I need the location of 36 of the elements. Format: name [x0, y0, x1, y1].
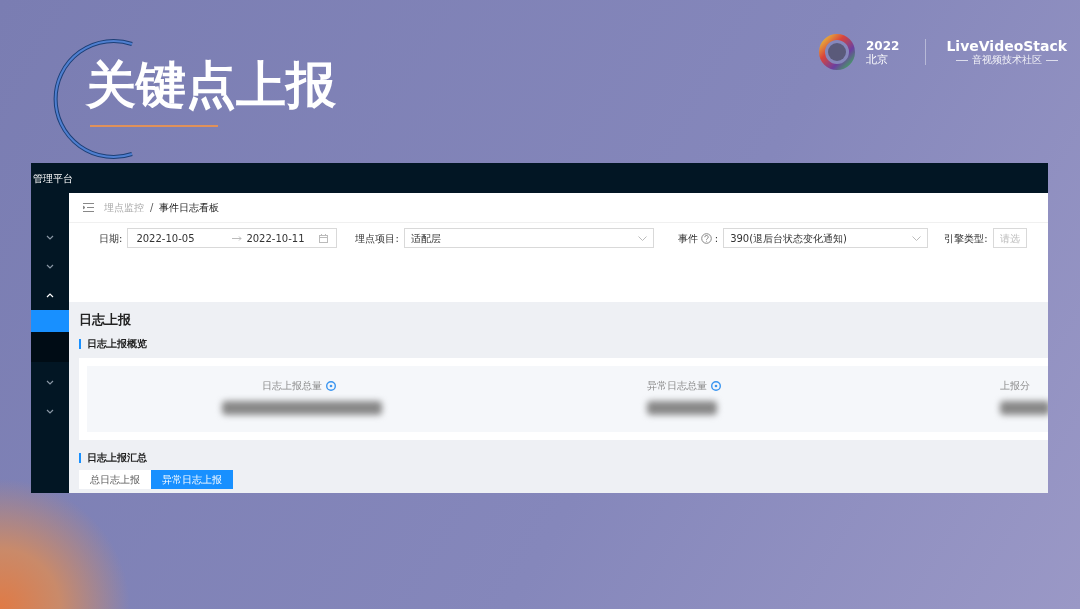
logo-tagline: 音视频技术社区 [971, 55, 1042, 65]
chevron-up-icon[interactable] [46, 293, 54, 298]
chevron-down-icon[interactable] [46, 264, 54, 269]
stat-label: 日志上报总量 [262, 379, 322, 393]
section-title: 日志上报概览 [87, 337, 147, 351]
chevron-down-icon[interactable] [46, 409, 54, 414]
caret-icon [912, 235, 922, 241]
stat-label: 上报分 [1000, 379, 1030, 393]
select-field[interactable]: 适配层 [403, 228, 654, 248]
blurred-value [1000, 401, 1048, 415]
stat-label: 异常日志总量 [647, 379, 707, 393]
blurred-value [647, 401, 717, 415]
field-label: 日期: [99, 231, 123, 246]
caret-icon [637, 235, 647, 241]
slide-title: 关键点上报 [86, 60, 336, 110]
section-title: 日志上报汇总 [87, 451, 147, 465]
page-title: 日志上报 [79, 311, 132, 329]
field-label: 埋点项目: [355, 231, 399, 246]
arrow-right-icon [232, 235, 243, 241]
field-label: 事件 [677, 231, 698, 246]
ring-logo-icon [818, 33, 856, 71]
breadcrumb-separator: / [150, 201, 154, 215]
date-range-field[interactable]: 2022-10-05 2022-10-11 [127, 228, 338, 248]
field-label: 引擎类型: [944, 231, 988, 246]
app-title: 管理平台 [33, 171, 73, 186]
chevron-down-icon[interactable] [46, 380, 54, 385]
breadcrumb-link[interactable]: 事件日志看板 [159, 200, 220, 215]
select-field[interactable]: 390(退后台状态变化通知) [723, 228, 929, 248]
menu-fold-icon [83, 203, 94, 212]
field-label: : [714, 231, 719, 246]
chevron-down-icon[interactable] [46, 235, 54, 240]
calendar-icon [319, 233, 329, 243]
logo-year: 2022 [866, 39, 900, 52]
tab[interactable]: 总日志上报 [79, 470, 151, 489]
logo-brand: LiveVideoStack [946, 39, 1068, 53]
logo-city: 北京 [866, 53, 889, 65]
